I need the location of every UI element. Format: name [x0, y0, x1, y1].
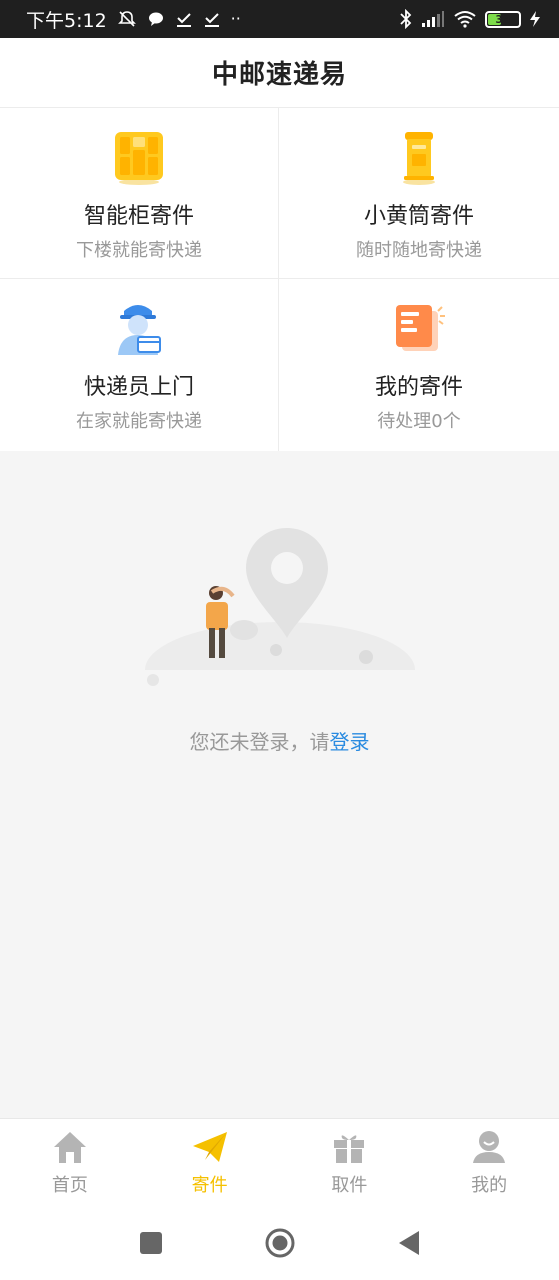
- document-icon: [389, 299, 449, 359]
- square-icon: [139, 1232, 162, 1254]
- service-my-shipments[interactable]: 我的寄件 待处理0个: [279, 279, 559, 451]
- page-title: 中邮速递易: [211, 60, 347, 90]
- empty-state-illustration: [140, 528, 420, 700]
- nav-label: 我的: [471, 1174, 508, 1196]
- system-nav-bar: [0, 1206, 559, 1280]
- download-check-icon: [204, 13, 219, 27]
- nav-pickup[interactable]: 取件: [280, 1119, 420, 1206]
- service-title: 快递员上门: [83, 375, 194, 400]
- service-courier[interactable]: 快递员上门 在家就能寄快递: [0, 279, 279, 451]
- back-triangle-icon: [398, 1231, 419, 1255]
- home-button[interactable]: [263, 1226, 297, 1260]
- signal-icon: [422, 11, 444, 27]
- mailbox-icon: [389, 128, 449, 188]
- service-subtitle: 下楼就能寄快递: [76, 240, 202, 261]
- status-time: 下午5:12: [26, 9, 107, 32]
- circle-icon: [265, 1228, 294, 1258]
- user-icon: [470, 1129, 508, 1165]
- courier-icon: [109, 299, 169, 359]
- status-left: 下午5:12 ··: [26, 6, 241, 33]
- service-locker[interactable]: 智能柜寄件 下楼就能寄快递: [0, 108, 279, 279]
- nav-home[interactable]: 首页: [0, 1119, 140, 1206]
- chat-bubble-icon: [148, 12, 163, 26]
- nav-label: 首页: [51, 1174, 88, 1196]
- download-check-icon: [176, 13, 191, 27]
- more-dots-icon: ··: [230, 9, 241, 28]
- service-subtitle: 在家就能寄快递: [76, 411, 202, 432]
- service-mailbox[interactable]: 小黄筒寄件 随时随地寄快递: [279, 108, 559, 279]
- nav-label: 取件: [331, 1174, 368, 1196]
- service-title: 智能柜寄件: [83, 204, 194, 229]
- home-icon: [51, 1129, 89, 1165]
- bottom-nav: 首页 寄件 取件 我的: [0, 1118, 559, 1206]
- service-subtitle: 待处理0个: [377, 411, 461, 432]
- service-grid: 智能柜寄件 下楼就能寄快递 小黄筒寄件 随时随地寄快递 快递员上门 在家就能寄快…: [0, 108, 559, 451]
- login-link[interactable]: 登录: [330, 730, 370, 754]
- service-title: 小黄筒寄件: [363, 204, 474, 229]
- nav-mine[interactable]: 我的: [419, 1119, 559, 1206]
- status-right: 39: [399, 9, 541, 29]
- title-bar: 中邮速递易: [0, 38, 559, 108]
- service-subtitle: 随时随地寄快递: [356, 240, 482, 261]
- gift-icon: [330, 1129, 368, 1165]
- status-bar: 下午5:12 ·· 39: [0, 0, 559, 38]
- nav-send[interactable]: 寄件: [140, 1119, 280, 1206]
- mute-bell-icon: [117, 11, 136, 27]
- nav-label: 寄件: [191, 1174, 228, 1196]
- service-title: 我的寄件: [374, 375, 463, 400]
- bluetooth-icon: [400, 9, 412, 29]
- login-message: 您还未登录，请: [189, 730, 330, 754]
- battery-icon: 39: [485, 10, 521, 28]
- charging-icon: [530, 11, 540, 27]
- battery-level: 39: [495, 12, 511, 26]
- paper-plane-icon: [191, 1129, 229, 1165]
- back-button[interactable]: [392, 1226, 426, 1260]
- recents-button[interactable]: [134, 1226, 168, 1260]
- locker-icon: [109, 128, 169, 188]
- login-prompt: 您还未登录，请登录: [0, 726, 559, 755]
- wifi-icon: [454, 11, 476, 28]
